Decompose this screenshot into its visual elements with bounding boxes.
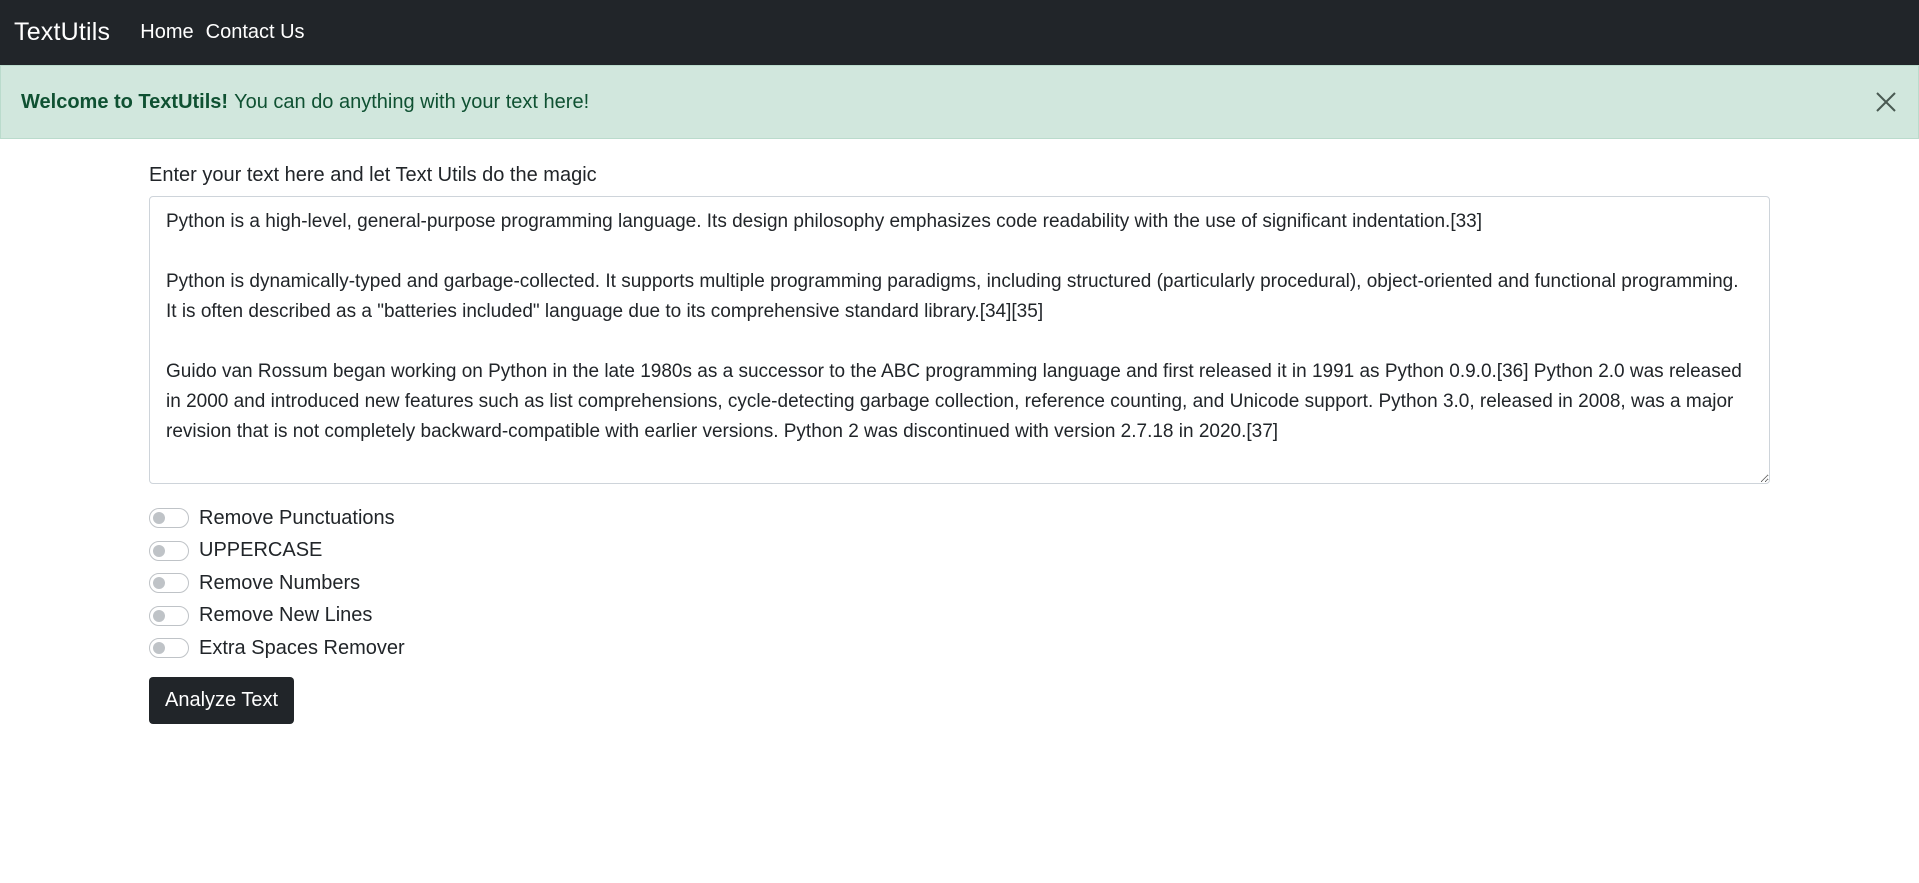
toggle-remove-new-lines[interactable] bbox=[149, 605, 189, 626]
toggle-extra-spaces-remover[interactable] bbox=[149, 638, 189, 659]
toggle-knob bbox=[153, 609, 165, 622]
switch-label: Remove New Lines bbox=[199, 604, 373, 627]
nav-link-home[interactable]: Home bbox=[140, 21, 193, 44]
switch-label: UPPERCASE bbox=[199, 539, 323, 562]
toggle-knob bbox=[153, 512, 165, 525]
toggle-knob bbox=[153, 544, 165, 557]
alert-message: You can do anything with your text here! bbox=[234, 90, 590, 113]
switch-label: Remove Numbers bbox=[199, 571, 361, 594]
toggle-knob bbox=[153, 577, 165, 590]
nav-link-contact-us[interactable]: Contact Us bbox=[206, 21, 305, 44]
toggle-remove-numbers[interactable] bbox=[149, 573, 189, 594]
toggle-uppercase[interactable] bbox=[149, 540, 189, 561]
switch-row-remove-numbers: Remove Numbers bbox=[149, 567, 1769, 600]
textarea-label: Enter your text here and let Text Utils … bbox=[149, 164, 597, 186]
navbar: TextUtils Home Contact Us bbox=[0, 0, 1919, 65]
close-icon-svg bbox=[1876, 92, 1896, 112]
toggle-remove-punctuations[interactable] bbox=[149, 508, 189, 529]
switch-row-extra-spaces-remover: Extra Spaces Remover bbox=[149, 632, 1769, 665]
switch-row-remove-punctuations: Remove Punctuations bbox=[149, 502, 1769, 535]
analyze-text-button[interactable]: Analyze Text bbox=[149, 676, 295, 724]
switch-label: Remove Punctuations bbox=[199, 506, 395, 529]
switch-label: Extra Spaces Remover bbox=[199, 636, 405, 659]
text-input-area[interactable] bbox=[149, 196, 1770, 484]
brand-logo[interactable]: TextUtils bbox=[14, 18, 110, 47]
main-container: Enter your text here and let Text Utils … bbox=[149, 162, 1770, 724]
toggle-knob bbox=[153, 642, 165, 655]
close-icon[interactable] bbox=[1872, 88, 1900, 116]
switch-row-remove-new-lines: Remove New Lines bbox=[149, 600, 1769, 633]
switch-group: Remove Punctuations UPPERCASE Remove Num… bbox=[149, 502, 1769, 665]
alert-strong-text: Welcome to TextUtils! bbox=[21, 90, 229, 113]
welcome-alert: Welcome to TextUtils! You can do anythin… bbox=[0, 65, 1919, 139]
switch-row-uppercase: UPPERCASE bbox=[149, 535, 1769, 568]
